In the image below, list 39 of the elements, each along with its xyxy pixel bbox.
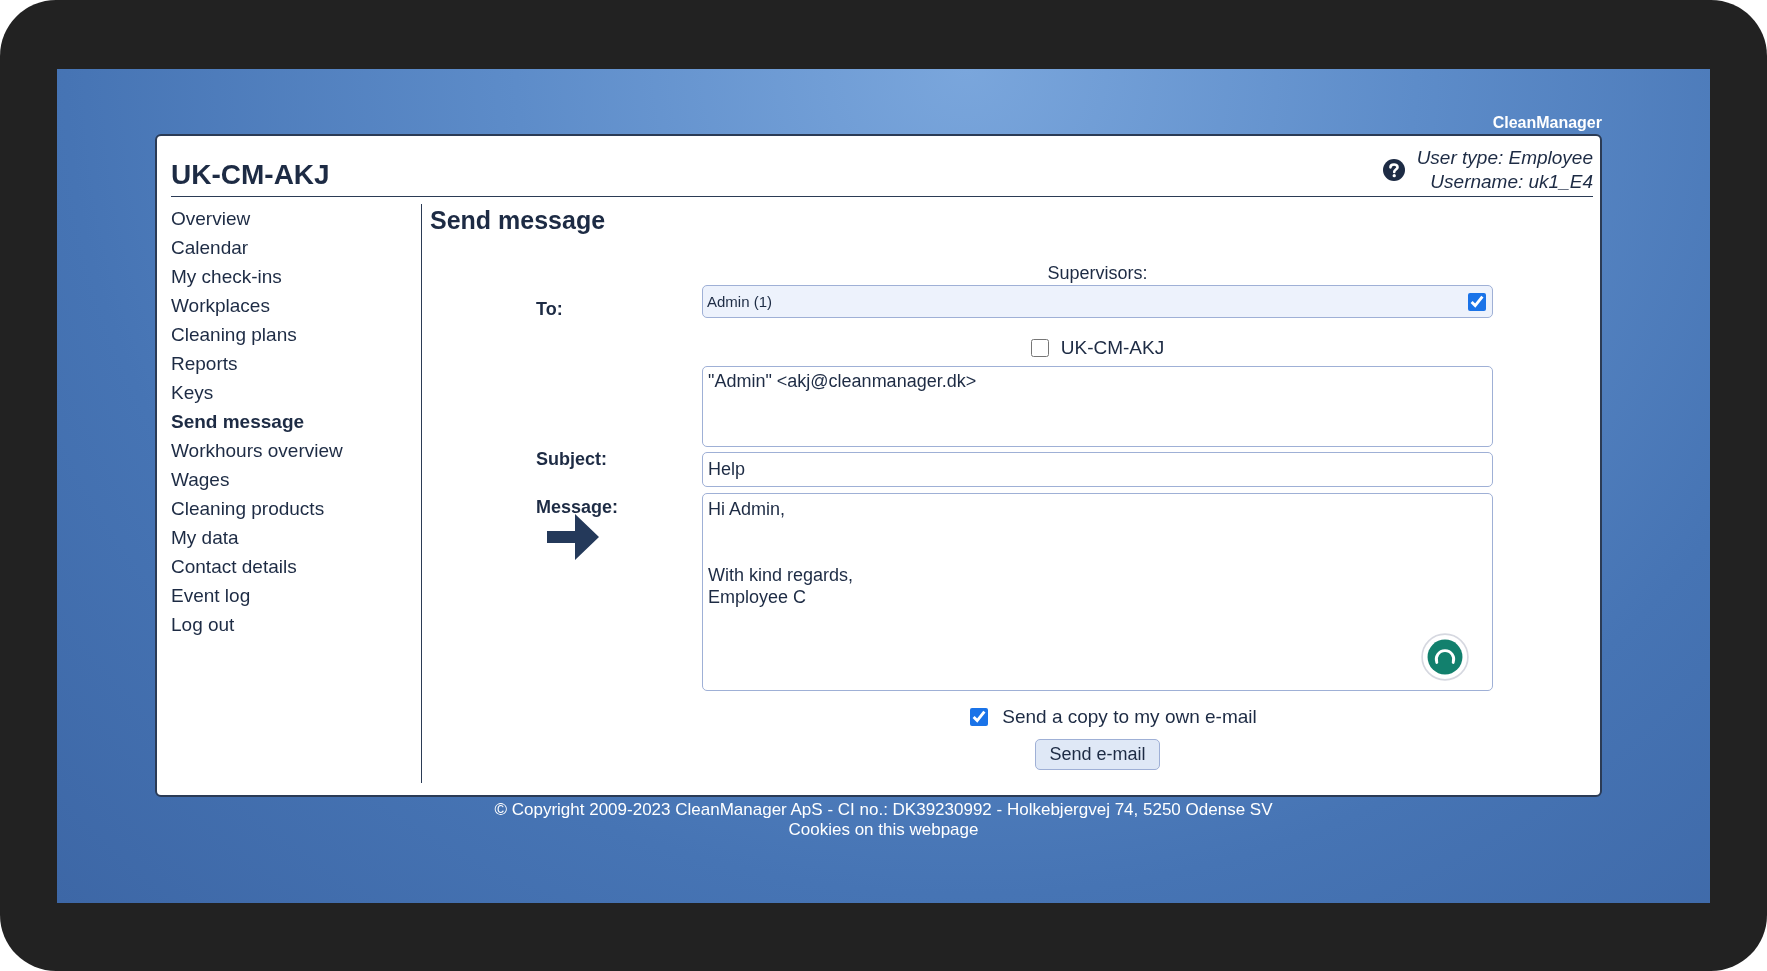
sidebar-item[interactable]: Overview xyxy=(171,204,421,233)
sidebar-item[interactable]: Wages xyxy=(171,465,421,494)
checkbox-label: Send a copy to my own e-mail xyxy=(1002,706,1257,728)
sidebar-item[interactable]: Contact details xyxy=(171,552,421,581)
sidebar-item[interactable]: Reports xyxy=(171,349,421,378)
brand-name: CleanManager xyxy=(1491,113,1602,133)
username-text: Username: uk1_E4 xyxy=(1429,170,1593,194)
send-button[interactable]: Send e-mail xyxy=(1035,739,1160,770)
address-field[interactable]: "Admin" <akj@cleanmanager.dk> xyxy=(702,366,1493,447)
subject-field[interactable]: Help xyxy=(702,452,1493,487)
checkbox[interactable] xyxy=(970,708,989,726)
recipient-row[interactable]: Admin (1) xyxy=(702,285,1493,318)
sidebar-item[interactable]: Event log xyxy=(171,581,421,610)
sidebar-item[interactable]: Calendar xyxy=(171,233,421,262)
cookies-link[interactable]: Cookies on this webpage xyxy=(788,820,979,840)
page-title: Send message xyxy=(430,205,607,235)
recipient-name: Admin (1) xyxy=(707,293,773,310)
sidebar-item[interactable]: Cleaning plans xyxy=(171,320,421,349)
field-label: Message: xyxy=(535,496,620,519)
site-title: UK-CM-AKJ xyxy=(171,158,330,192)
group-label: Supervisors: xyxy=(1046,262,1149,285)
sidebar-item[interactable]: My check-ins xyxy=(171,262,421,291)
sidebar-item[interactable]: My data xyxy=(171,523,421,552)
sidebar-item[interactable]: Keys xyxy=(171,378,421,407)
sidebar-item[interactable]: Log out xyxy=(171,610,421,639)
copyright-text: © Copyright 2009-2023 CleanManager ApS - CI no.: DK39230992 - Holkebjergvej 74, 5250 Odense SV xyxy=(493,800,1274,820)
sidebar-item[interactable]: Cleaning products xyxy=(171,494,421,523)
sidebar-item[interactable]: Workplaces xyxy=(171,291,421,320)
field-label: To: xyxy=(535,298,564,321)
user-type-text: User type: Employee xyxy=(1416,146,1593,170)
checkbox[interactable] xyxy=(1030,339,1049,357)
message-field[interactable]: Hi Admin, With kind regards, Employee C xyxy=(702,493,1493,691)
field-label: Subject: xyxy=(535,448,608,471)
assistant-icon[interactable] xyxy=(1421,633,1469,681)
checkbox[interactable] xyxy=(1468,292,1486,311)
sidebar-item[interactable]: Send message xyxy=(171,407,421,436)
help-icon[interactable] xyxy=(1382,159,1405,181)
sidebar-item[interactable]: Workhours overview xyxy=(171,436,421,465)
checkbox-label: UK-CM-AKJ xyxy=(1060,337,1165,359)
